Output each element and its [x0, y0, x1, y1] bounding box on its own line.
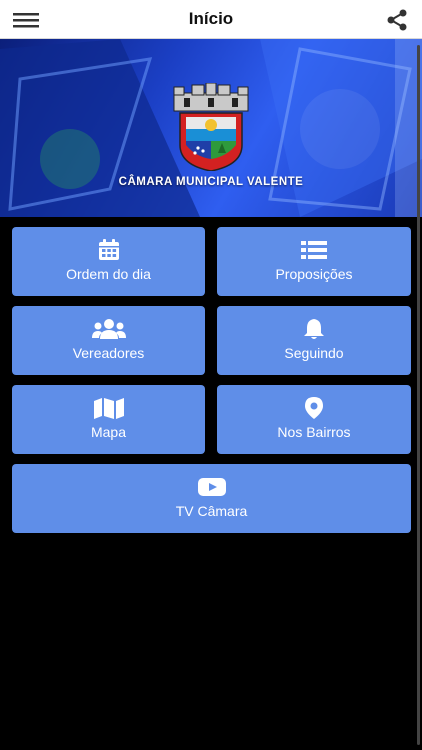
menu-tile-mapa[interactable]: Mapa	[12, 385, 205, 454]
menu-tile-label: Vereadores	[72, 345, 145, 361]
page-title: Início	[188, 9, 234, 28]
menu-tile-seguindo[interactable]: Seguindo	[217, 306, 411, 375]
top-app-bar: Início	[0, 0, 422, 39]
organization-name: CÂMARA MUNICIPAL VALENTE	[118, 176, 304, 188]
youtube-icon	[12, 475, 411, 499]
menu-tile-vereadores[interactable]: Vereadores	[12, 306, 205, 375]
menu-tile-label: TV Câmara	[175, 503, 248, 519]
list-icon	[217, 238, 411, 262]
menu-tile-proposicoes[interactable]: Proposições	[217, 227, 411, 296]
menu-tile-label: Mapa	[90, 424, 127, 440]
users-icon	[12, 317, 205, 341]
menu-tile-label: Proposições	[275, 266, 353, 282]
share-icon[interactable]	[384, 7, 410, 33]
bell-icon	[217, 317, 411, 341]
municipal-coat-of-arms	[170, 82, 252, 176]
calendar-icon	[12, 238, 205, 262]
scrollbar[interactable]	[417, 45, 420, 745]
menu-tile-nos-bairros[interactable]: Nos Bairros	[217, 385, 411, 454]
map-icon	[12, 396, 205, 420]
menu-tile-label: Seguindo	[284, 345, 344, 361]
menu-tile-ordem-do-dia[interactable]: Ordem do dia	[12, 227, 205, 296]
menu-tile-tv-camara[interactable]: TV Câmara	[12, 464, 411, 533]
map-pin-icon	[217, 396, 411, 420]
menu-tile-label: Ordem do dia	[66, 266, 151, 282]
menu-tile-label: Nos Bairros	[277, 424, 351, 440]
header-banner: CÂMARA MUNICIPAL VALENTE	[0, 39, 422, 217]
